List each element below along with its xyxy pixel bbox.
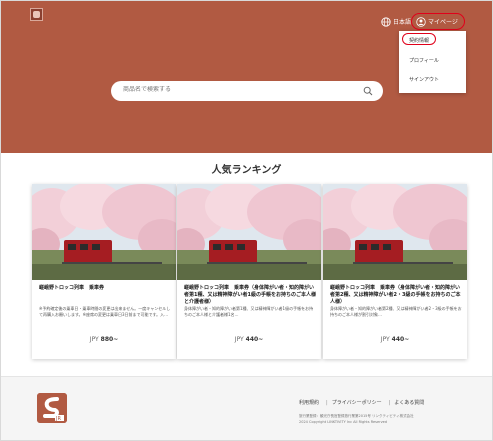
product-card[interactable]: 嵯峨野トロッコ列車 乗車券（身体障がい者・知的障がい者第2種、又は精神障がい者2… xyxy=(323,184,467,359)
brand-logo[interactable]: JR xyxy=(37,393,67,423)
product-card[interactable]: 嵯峨野トロッコ列車 乗車券（身体障がい者・知的障がい者第1種、又は精神障がい者1… xyxy=(177,184,321,359)
product-price: JPY 440~ xyxy=(323,336,467,343)
globe-icon[interactable] xyxy=(381,17,391,27)
product-price: JPY 880~ xyxy=(32,336,176,343)
product-description: 身体障がい者・知的障がい者第2種、又は精神障がい者2・3級の手帳をお持ちのご本人… xyxy=(330,306,462,317)
language-selector[interactable]: 日本語 xyxy=(393,17,411,26)
product-image xyxy=(323,184,467,280)
divider: | xyxy=(326,400,328,406)
copyright-text: 2024 Copyright LINKTIVITY Inc All Rights… xyxy=(299,420,388,424)
price-currency: JPY xyxy=(234,336,244,343)
privacy-policy-link[interactable]: プライバシーポリシー xyxy=(332,400,382,406)
search-input[interactable] xyxy=(123,86,343,93)
account-dropdown-menu: 契約情報 プロフィール サインアウト xyxy=(399,31,466,93)
price-value: 440~ xyxy=(245,336,264,343)
divider: | xyxy=(388,400,391,406)
product-title[interactable]: 嵯峨野トロッコ列車 乗車券（身体障がい者・知的障がい者第2種、又は精神障がい者2… xyxy=(330,285,462,306)
search-bar xyxy=(111,81,383,101)
product-description: 身体障がい者・知的障がい者第1種、又は精神障がい者1級の手帳をお持ちのご本人様と… xyxy=(184,306,314,317)
svg-text:JR: JR xyxy=(55,416,61,422)
search-icon[interactable] xyxy=(363,86,373,96)
user-icon xyxy=(416,17,426,27)
site-footer: JR 利用規約 | プライバシーポリシー | よくある質問 旅行業登録：観光庁長官登録旅… xyxy=(1,376,492,440)
product-price: JPY 440~ xyxy=(177,336,321,343)
product-card[interactable]: 嵯峨野トロッコ列車 乗車券 ※予約確定後の乗車日・乗車時間の変更は出来ません。一… xyxy=(32,184,176,359)
footer-links: 利用規約 | プライバシーポリシー | よくある質問 xyxy=(299,399,427,406)
terms-link[interactable]: 利用規約 xyxy=(299,400,319,406)
page-frame: 日本語 マイページ 契約情報 プロフィール サインアウト 人気ランキング xyxy=(0,0,493,441)
product-image xyxy=(32,184,176,280)
price-currency: JPY xyxy=(380,336,390,343)
price-currency: JPY xyxy=(89,336,99,343)
price-value: 440~ xyxy=(391,336,410,343)
mypage-label: マイページ xyxy=(428,19,458,26)
product-image xyxy=(177,184,321,280)
menu-item-contract-info[interactable]: 契約情報 xyxy=(399,37,466,44)
ranking-heading: 人気ランキング xyxy=(211,165,282,176)
site-logo[interactable] xyxy=(30,8,43,21)
menu-item-sign-out[interactable]: サインアウト xyxy=(399,76,466,83)
price-value: 880~ xyxy=(100,336,119,343)
product-title[interactable]: 嵯峨野トロッコ列車 乗車券（身体障がい者・知的障がい者第1種、又は精神障がい者1… xyxy=(184,285,316,306)
menu-item-profile[interactable]: プロフィール xyxy=(399,57,466,64)
footer-info: 旅行業登録：観光庁長官登録旅行業第2015号 リンクティビティ株式会社 2024… xyxy=(299,413,469,425)
mypage-button[interactable]: マイページ xyxy=(411,13,465,30)
product-title[interactable]: 嵯峨野トロッコ列車 乗車券 xyxy=(39,285,171,292)
product-description: ※予約確定後の乗車日・乗車時間の変更は出来ません。一度キャンセルして再購入お願い… xyxy=(39,306,171,317)
faq-link[interactable]: よくある質問 xyxy=(394,400,424,406)
